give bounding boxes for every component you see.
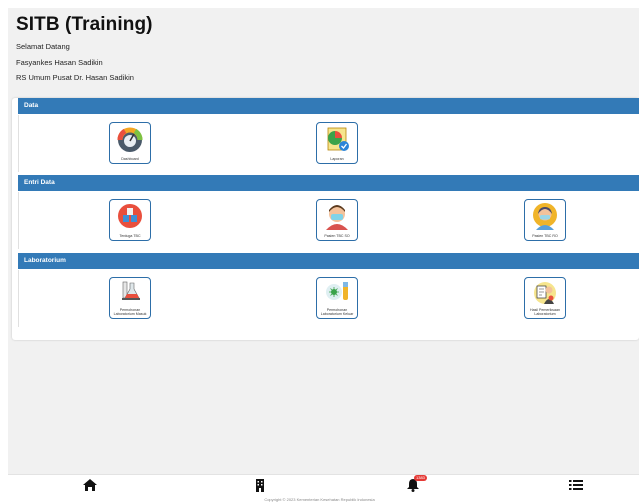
greeting-text: Selamat Datang [16,42,70,51]
section-body-laboratorium: Permohonan Laboratorium Masuk Permohonan… [18,270,639,327]
tile-label-pasien-tbc-ro: Pasien TBC RO [532,234,558,238]
test-tube-virus-icon [326,282,348,300]
tile-label-dashboard: Dashboard [121,157,139,161]
lab-result-doctor-icon [534,282,556,304]
list-icon [569,480,583,490]
tile-hasil-pemeriksaan-lab[interactable]: Hasil Pemeriksaan Laboratorium [524,277,566,319]
tile-permohonan-lab-masuk[interactable]: Permohonan Laboratorium Masuk [109,277,151,319]
tile-pasien-tbc-so[interactable]: Pasien TBC SO [316,199,358,241]
tile-pasien-tbc-ro[interactable]: Pasien TBC RO [524,199,566,241]
home-icon [83,479,97,491]
tile-dashboard[interactable]: Dashboard [109,122,151,164]
tile-label-laporan: Laporan [330,157,344,161]
notification-badge: 1383 [414,475,427,481]
section-header-laboratorium: Laboratorium [18,253,639,269]
nav-menu-list[interactable] [568,478,584,492]
patient-masked-woman-icon [533,203,557,230]
section-body-entri-data: Terduga TBC Pasien TBC SO Pasien TBC RO [18,192,639,249]
tile-label-terduga-tbc: Terduga TBC [119,234,141,238]
tile-permohonan-lab-keluar[interactable]: Permohonan Laboratorium Keluar [316,277,358,319]
app-container: SITB (Training) Selamat Datang Fasyankes… [8,8,639,474]
report-chart-icon [327,127,349,151]
menu-card: Data Dashboard Laporan Entri Data Terdug… [12,98,639,340]
tile-label-permohonan-lab-keluar: Permohonan Laboratorium Keluar [320,308,354,316]
section-body-data: Dashboard Laporan [18,115,639,172]
page-title: SITB (Training) [16,14,153,35]
tile-laporan[interactable]: Laporan [316,122,358,164]
bottom-nav: 1383 [8,474,639,495]
facility-text: Fasyankes Hasan Sadikin [16,58,103,67]
tile-label-permohonan-lab-masuk: Permohonan Laboratorium Masuk [113,308,147,316]
nav-home[interactable] [82,478,98,492]
tile-terduga-tbc[interactable]: Terduga TBC [109,199,151,241]
section-header-entri-data: Entri Data [18,175,639,191]
footer-copyright: Copyright © 2023 Kementerian Kesehatan R… [264,497,375,502]
patient-masked-man-icon [326,205,348,230]
section-header-data: Data [18,98,639,114]
dashboard-gauge-icon [117,127,143,152]
tile-label-hasil-pemeriksaan-lab: Hasil Pemeriksaan Laboratorium [530,308,560,316]
tile-label-pasien-tbc-so: Pasien TBC SO [324,234,350,238]
nav-building[interactable] [252,478,268,492]
lab-flasks-icon [122,281,140,300]
building-icon [256,479,264,492]
suspect-blocks-icon [118,204,142,228]
nav-notifications[interactable]: 1383 [405,475,427,492]
hospital-name-text: RS Umum Pusat Dr. Hasan Sadikin [16,73,134,82]
